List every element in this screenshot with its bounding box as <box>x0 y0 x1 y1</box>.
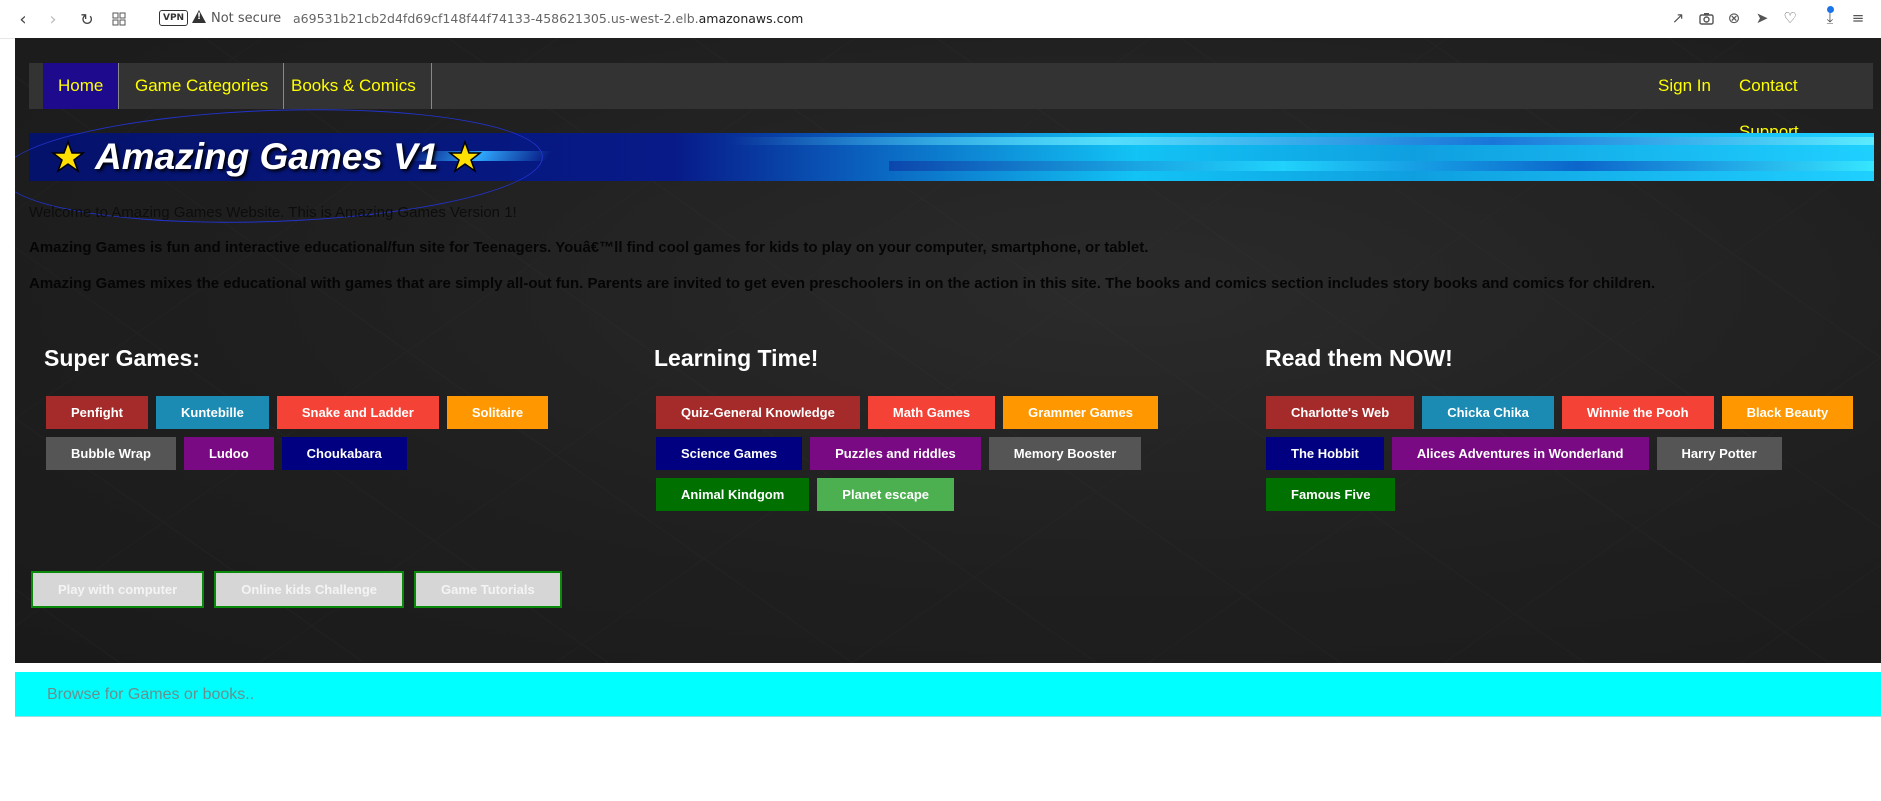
game-button[interactable]: Snake and Ladder <box>276 396 439 429</box>
tabs-grid-icon[interactable] <box>108 8 130 30</box>
learning-button[interactable]: Planet escape <box>817 478 954 511</box>
intro-paragraph-1: Amazing Games is fun and interactive edu… <box>29 239 1149 256</box>
books-list: Charlotte's Web Chicka Chika Winnie the … <box>1266 396 1866 511</box>
learning-button[interactable]: Math Games <box>867 396 996 429</box>
search-bar <box>15 672 1881 717</box>
nav-home[interactable]: Home <box>43 63 120 109</box>
site-title-text: Amazing Games V1 <box>95 136 439 177</box>
book-button[interactable]: Black Beauty <box>1721 396 1854 429</box>
game-tutorials-button[interactable]: Game Tutorials <box>414 571 562 608</box>
learning-button[interactable]: Puzzles and riddles <box>810 437 981 470</box>
game-button[interactable]: Solitaire <box>446 396 549 429</box>
learning-list: Quiz-General Knowledge Math Games Gramme… <box>656 396 1216 511</box>
menu-icon[interactable]: ≡ <box>1849 8 1867 28</box>
forward-arrow-icon[interactable]: › <box>42 8 64 30</box>
game-button[interactable]: Choukabara <box>281 437 407 470</box>
game-button[interactable]: Ludoo <box>183 437 274 470</box>
banner-decoration <box>729 137 1874 145</box>
game-button[interactable]: Kuntebille <box>156 396 269 429</box>
book-button[interactable]: Harry Potter <box>1656 437 1782 470</box>
star-icon <box>51 140 85 173</box>
url-domain: amazonaws.com <box>698 11 804 26</box>
super-games-list: Penfight Kuntebille Snake and Ladder Sol… <box>46 396 606 470</box>
header-banner: Amazing Games V1 <box>29 133 1874 181</box>
heart-icon[interactable]: ♡ <box>1781 8 1799 28</box>
security-status[interactable]: Not secure <box>211 11 281 26</box>
learning-button[interactable]: Grammer Games <box>1003 396 1158 429</box>
book-button[interactable]: Winnie the Pooh <box>1561 396 1714 429</box>
share-icon[interactable]: ↗ <box>1669 8 1687 28</box>
browser-toolbar: ‹ › ↻ VPN Not secure a69531b21cb2d4fd69c… <box>0 0 1881 39</box>
page-body: Home Game Categories Books & Comics Sign… <box>15 38 1881 663</box>
welcome-text: Welcome to Amazing Games Website. This i… <box>29 204 517 221</box>
nav-contact-support[interactable]: Contact Support <box>1724 63 1873 141</box>
back-arrow-icon[interactable]: ‹ <box>12 8 34 30</box>
learning-button[interactable]: Memory Booster <box>988 437 1142 470</box>
nav-books-comics[interactable]: Books & Comics <box>276 63 432 109</box>
url-path: a69531b21cb2d4fd69cf148f44f74133-4586213… <box>293 11 699 26</box>
action-buttons: Play with computer Online kids Challenge… <box>31 571 562 608</box>
learning-button[interactable]: Quiz-General Knowledge <box>656 396 860 429</box>
play-with-computer-button[interactable]: Play with computer <box>31 571 205 608</box>
book-button[interactable]: Chicka Chika <box>1422 396 1554 429</box>
banner-decoration <box>889 161 1874 171</box>
section-title-learning: Learning Time! <box>654 345 819 371</box>
game-button[interactable]: Penfight <box>46 396 148 429</box>
game-button[interactable]: Bubble Wrap <box>46 437 176 470</box>
notification-dot <box>1827 6 1834 13</box>
section-title-super-games: Super Games: <box>44 345 200 371</box>
vpn-badge[interactable]: VPN <box>159 10 189 26</box>
book-button[interactable]: The Hobbit <box>1266 437 1384 470</box>
intro-paragraph-2: Amazing Games mixes the educational with… <box>29 275 1656 292</box>
site-title: Amazing Games V1 <box>51 136 483 177</box>
search-input[interactable] <box>45 680 1549 710</box>
send-icon[interactable]: ➤ <box>1753 8 1771 28</box>
book-button[interactable]: Charlotte's Web <box>1266 396 1415 429</box>
star-icon <box>448 140 483 173</box>
warning-icon[interactable] <box>192 10 206 23</box>
nav-game-categories[interactable]: Game Categories <box>120 63 285 109</box>
section-title-read: Read them NOW! <box>1265 345 1453 371</box>
block-icon[interactable]: ⊗ <box>1725 8 1743 28</box>
reload-icon[interactable]: ↻ <box>76 8 98 30</box>
browser-actions: ↗ ⊗ ➤ ♡ ⤓ ≡ <box>1669 8 1867 28</box>
online-kids-challenge-button[interactable]: Online kids Challenge <box>214 571 405 608</box>
address-bar[interactable]: a69531b21cb2d4fd69cf148f44f74133-4586213… <box>293 11 803 26</box>
nav-sign-in[interactable]: Sign In <box>1643 63 1726 109</box>
top-navigation: Home Game Categories Books & Comics Sign… <box>29 63 1873 141</box>
learning-button[interactable]: Science Games <box>656 437 803 470</box>
camera-icon[interactable] <box>1697 8 1715 28</box>
learning-button[interactable]: Animal Kindgom <box>656 478 810 511</box>
book-button[interactable]: Famous Five <box>1266 478 1396 511</box>
book-button[interactable]: Alices Adventures in Wonderland <box>1391 437 1649 470</box>
background-pattern <box>15 38 1881 663</box>
